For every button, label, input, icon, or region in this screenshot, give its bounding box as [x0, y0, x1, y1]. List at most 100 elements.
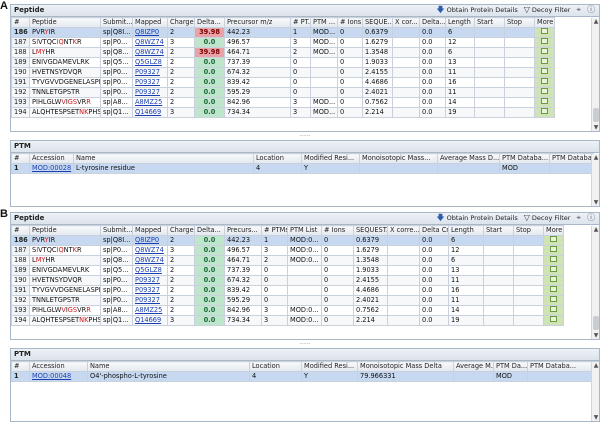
mapped-protein-link[interactable]: Q5GLZ8: [135, 267, 162, 275]
scrollbar[interactable]: ▲ ▼: [591, 154, 599, 206]
grid-icon[interactable]: [550, 266, 557, 272]
cell-mapped-protein[interactable]: A8MZ25: [132, 305, 168, 316]
column-header-submitted-protein[interactable]: Submit...: [100, 17, 133, 28]
cell-more[interactable]: [534, 57, 555, 68]
table-row[interactable]: 192 TNNLETGPSTR sp|P0... P09327 2 0.0 595.29 0 0…: [11, 87, 555, 98]
cell-more[interactable]: [534, 107, 555, 118]
mapped-protein-link[interactable]: P09327: [135, 89, 160, 97]
decoy-filter-button[interactable]: ▽ Decoy Filter: [524, 214, 571, 223]
column-header-mapped-protein[interactable]: Mapped: [132, 225, 168, 236]
grid-icon[interactable]: [550, 306, 557, 312]
table-row[interactable]: 190 HVETNSYDVQR sp|P0... P09327 2 0.0 674.32 0 0…: [11, 275, 564, 286]
help-icon[interactable]: ⓘ: [587, 6, 595, 14]
table-row[interactable]: 188 LMYHR sp|Q8... Q8WZ74 2 0.0 464.71 2 MOD:0..…: [11, 255, 564, 266]
cell-more[interactable]: [543, 285, 564, 296]
grid-icon[interactable]: [541, 68, 548, 74]
cell-mapped-protein[interactable]: P09327: [132, 275, 168, 286]
column-header-xcorr[interactable]: X corre...: [387, 225, 420, 236]
grid-icon[interactable]: [541, 108, 548, 114]
column-header-charge[interactable]: Charge: [167, 17, 195, 28]
column-header-submitted-protein[interactable]: Submit...: [100, 225, 133, 236]
table-row[interactable]: 188 LMYHR sp|Q8... Q8WZ74 2 39.98 464.71 2 MOD..…: [11, 47, 555, 58]
cell-more[interactable]: [543, 235, 564, 246]
table-row[interactable]: 189 ENIVGDAMEVLRK sp|Q5... Q5GLZ8 2 0.0 737.39…: [11, 57, 555, 68]
cell-mapped-protein[interactable]: P09327: [132, 67, 168, 78]
scrollbar[interactable]: ▲ ▼: [591, 226, 599, 339]
cell-mapped-protein[interactable]: Q14669: [132, 107, 168, 118]
cell-mapped-protein[interactable]: Q8WZ74: [132, 37, 168, 48]
table-row[interactable]: 187 SIVTQCIQNTKR sp|P0... Q8WZ74 3 0.0 496.57 3…: [11, 245, 564, 256]
cell-more[interactable]: [543, 275, 564, 286]
column-header-avg-mass-delta[interactable]: Average M...: [453, 361, 494, 372]
mapped-protein-link[interactable]: P09327: [135, 69, 160, 77]
grid-icon[interactable]: [541, 88, 548, 94]
cell-mapped-protein[interactable]: Q14669: [132, 315, 168, 326]
accession-link[interactable]: MOD:00048: [32, 373, 71, 381]
column-header-ion-count[interactable]: # Ions: [337, 17, 363, 28]
table-row[interactable]: 190 HVETNSYDVQR sp|P0... P09327 2 0.0 674.32 0 0…: [11, 67, 555, 78]
table-row[interactable]: 1 MOD:00048 O4'-phospho-L-tyrosine 4 Y 79.966…: [11, 371, 599, 382]
grid-icon[interactable]: [541, 38, 548, 44]
grid-icon[interactable]: [550, 276, 557, 282]
mapped-protein-link[interactable]: Q8WZ74: [135, 247, 164, 255]
column-header-more[interactable]: More: [543, 225, 564, 236]
cell-mapped-protein[interactable]: P09327: [132, 295, 168, 306]
expand-icon[interactable]: ⌖: [576, 214, 581, 222]
cell-mapped-protein[interactable]: A8MZ25: [132, 97, 168, 108]
cell-mapped-protein[interactable]: P09327: [132, 285, 168, 296]
column-header-ptm-database-version[interactable]: PTM Database Ver...: [549, 153, 594, 164]
grid-icon[interactable]: [550, 256, 557, 262]
mapped-protein-link[interactable]: A8MZ25: [135, 307, 162, 315]
grid-icon[interactable]: [550, 246, 557, 252]
column-header-delta[interactable]: Delta...: [194, 17, 225, 28]
column-header-modified-residue[interactable]: Modified Resi...: [301, 361, 358, 372]
mapped-protein-link[interactable]: Q8WZ74: [135, 39, 164, 47]
column-header-xcorr[interactable]: X cor...: [392, 17, 420, 28]
mapped-protein-link[interactable]: Q8WZ74: [135, 49, 164, 57]
cell-more[interactable]: [543, 315, 564, 326]
scrollbar[interactable]: ▲ ▼: [591, 362, 599, 421]
column-header-mapped-protein[interactable]: Mapped: [132, 17, 168, 28]
grid-icon[interactable]: [550, 316, 557, 322]
column-header-peptide-sequence[interactable]: Peptide: [29, 17, 101, 28]
grid-icon[interactable]: [541, 58, 548, 64]
table-row[interactable]: 187 SIVTQCIQNTKR sp|P0... Q8WZ74 3 0.0 496.57 3…: [11, 37, 555, 48]
grid-icon[interactable]: [541, 78, 548, 84]
column-header-delta[interactable]: Delta...: [194, 225, 225, 236]
cell-more[interactable]: [543, 255, 564, 266]
column-header-sequest-score[interactable]: SEQUEST...: [353, 225, 388, 236]
mapped-protein-link[interactable]: Q5GLZ8: [135, 59, 162, 67]
column-header-accession[interactable]: Accession: [29, 361, 88, 372]
column-header-start[interactable]: Start: [483, 225, 514, 236]
accession-link[interactable]: MOD:00028: [32, 165, 71, 173]
column-header-ptm-database[interactable]: PTM Da...: [493, 361, 528, 372]
column-header-stop[interactable]: Stop: [504, 17, 535, 28]
table-row[interactable]: 193 PIHLGLWVIGSVRR sp|A8... A8MZ25 2 0.0 842.9…: [11, 97, 555, 108]
cell-mapped-protein[interactable]: Q8WZ74: [132, 255, 168, 266]
column-header-peptide-sequence[interactable]: Peptide: [29, 225, 101, 236]
column-header-length[interactable]: Length: [448, 225, 484, 236]
column-header-accession[interactable]: Accession: [29, 153, 74, 164]
cell-mapped-protein[interactable]: P09327: [132, 87, 168, 98]
obtain-protein-details-button[interactable]: 🡇 Obtain Protein Details: [436, 214, 517, 223]
expand-icon[interactable]: ⌖: [576, 6, 581, 14]
column-header-charge[interactable]: Charge: [167, 225, 195, 236]
column-header-delta-cn[interactable]: Delta...: [419, 17, 446, 28]
table-row[interactable]: 192 TNNLETGPSTR sp|P0... P09327 2 0.0 595.29 0 0…: [11, 295, 564, 306]
column-header-stop[interactable]: Stop: [513, 225, 544, 236]
grid-icon[interactable]: [541, 28, 548, 34]
column-header-length[interactable]: Length: [445, 17, 475, 28]
column-header-ion-count[interactable]: # Ions: [321, 225, 354, 236]
cell-mapped-protein[interactable]: Q5GLZ8: [132, 265, 168, 276]
cell-more[interactable]: [534, 77, 555, 88]
cell-mapped-protein[interactable]: Q8WZ74: [132, 47, 168, 58]
mapped-protein-link[interactable]: Q14669: [135, 317, 161, 325]
cell-more[interactable]: [543, 295, 564, 306]
table-row[interactable]: 1 MOD:00028 L-tyrosine residue 4 Y MOD: [11, 163, 594, 174]
column-header-precursor-mz[interactable]: Precurs...: [224, 225, 262, 236]
splitter[interactable]: ......: [10, 132, 600, 138]
mapped-protein-link[interactable]: P09327: [135, 277, 160, 285]
table-row[interactable]: 193 PIHLGLWVIGSVRR sp|A8... A8MZ25 2 0.0 842.9…: [11, 305, 564, 316]
cell-accession[interactable]: MOD:00048: [29, 371, 88, 382]
column-header-ptm-count[interactable]: # PTMs: [261, 225, 288, 236]
